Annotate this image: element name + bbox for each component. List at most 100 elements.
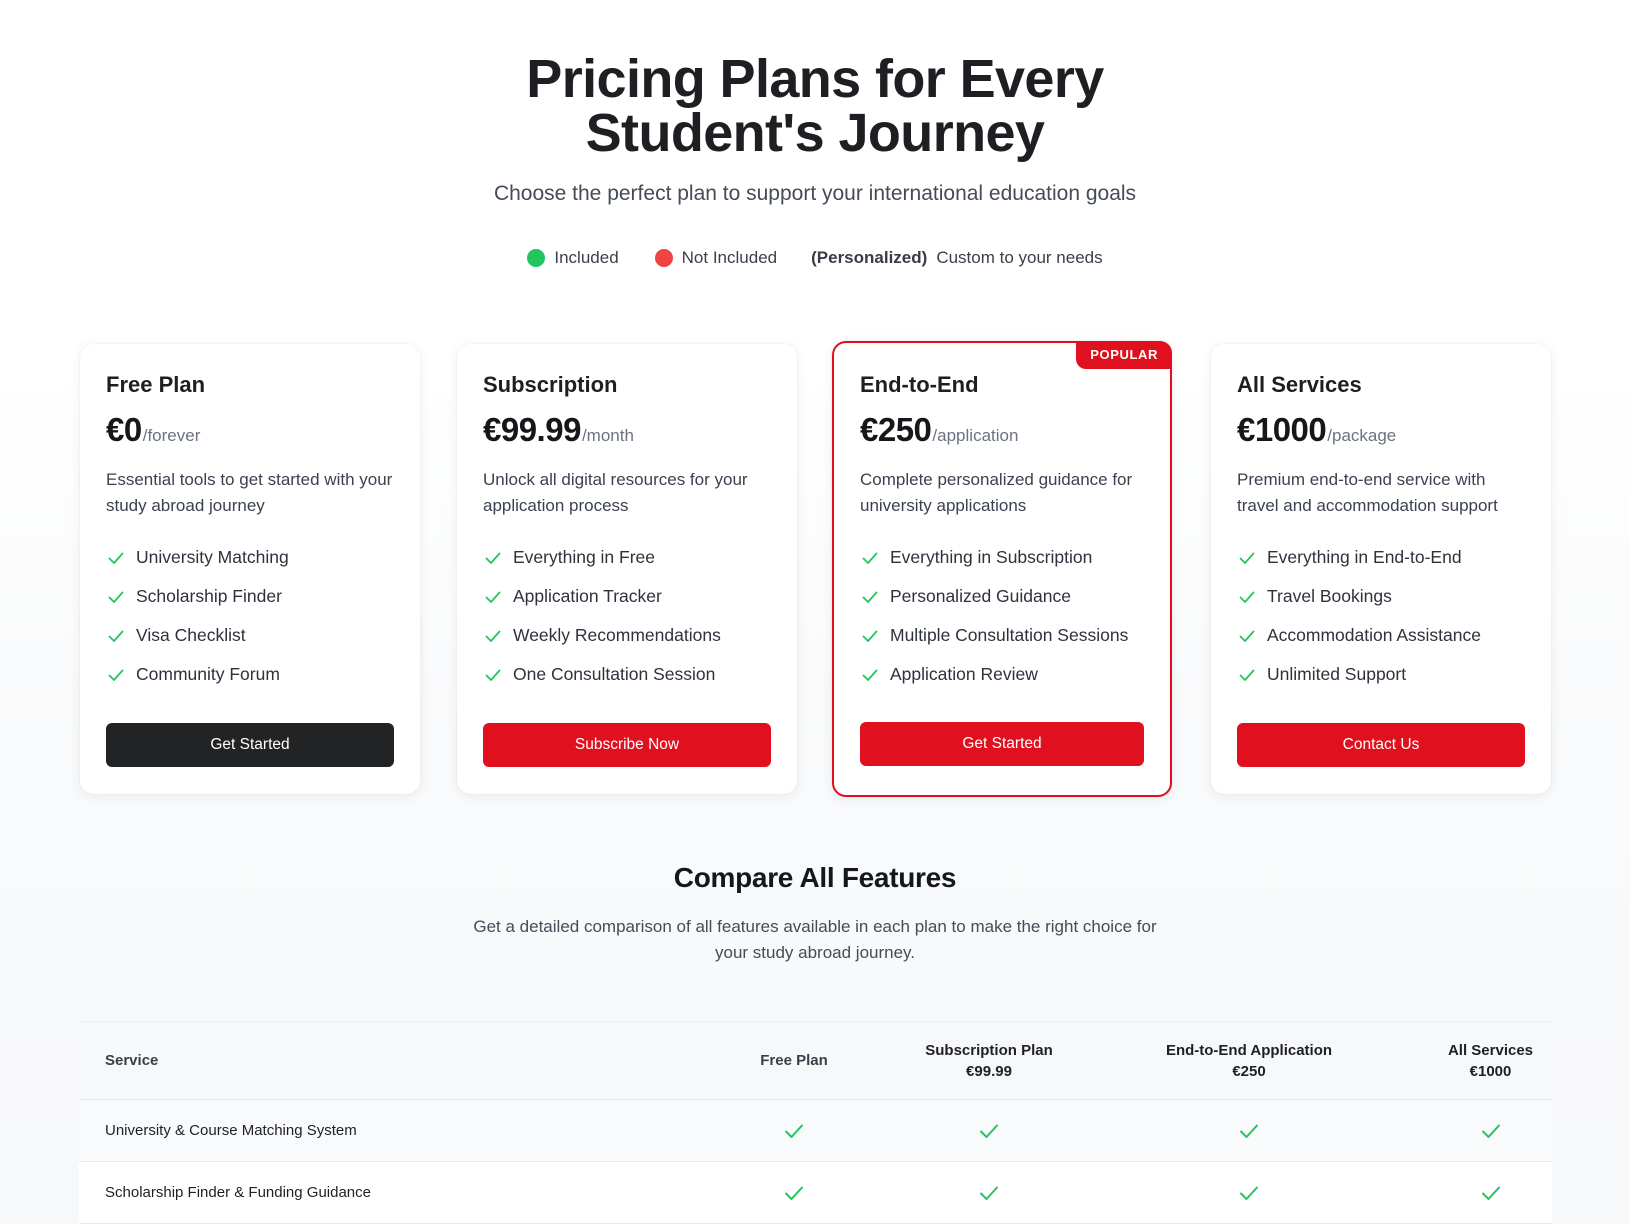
table-body: University & Course Matching System Scho… (79, 1100, 1552, 1224)
plan-card-free: Free Plan €0 /forever Essential tools to… (80, 344, 420, 794)
check-icon (485, 591, 501, 603)
header-all-services: All Services €1000 (1429, 1040, 1552, 1082)
plan-name: Subscription (483, 372, 618, 397)
compare-description: Get a detailed comparison of all feature… (473, 917, 1157, 962)
header-subscription: Subscription Plan €99.99 (909, 1040, 1069, 1082)
legend-not-included: Not Included (654, 248, 777, 268)
get-started-button[interactable]: Get Started (106, 723, 394, 767)
feature-list: Everything in End-to-End Travel Bookings… (1237, 538, 1525, 694)
header-service: Service (105, 1052, 159, 1069)
plan-description: Essential tools to get started with your… (106, 470, 393, 515)
feature-item: Application Tracker (483, 577, 771, 616)
header-end-to-end-price: €250 (1232, 1062, 1266, 1080)
green-dot-icon (527, 249, 546, 267)
pricing-page: Pricing Plans for Every Student's Journe… (0, 0, 1630, 1224)
plan-price: €1000 /package (1237, 411, 1525, 449)
legend: Included Not Included (Personalized) Cus… (0, 248, 1630, 268)
feature-item: Community Forum (106, 655, 394, 694)
page-subtitle: Choose the perfect plan to support your … (493, 182, 1137, 205)
feature-item: Multiple Consultation Sessions (860, 616, 1144, 655)
cell-included (909, 1119, 1069, 1143)
feature-label: Multiple Consultation Sessions (890, 625, 1129, 645)
header-all-services-price: €1000 (1469, 1062, 1512, 1080)
plan-price: €99.99 /month (483, 411, 771, 449)
price-period: /application (932, 426, 1019, 445)
feature-label: One Consultation Session (513, 664, 716, 684)
cell-included (1429, 1119, 1552, 1143)
plan-card-end-to-end: POPULAR End-to-End €250 /application Com… (832, 341, 1172, 797)
check-icon (1240, 1186, 1258, 1200)
legend-personalized-desc: Custom to your needs (936, 248, 1103, 267)
header-all-services-label: All Services (1447, 1041, 1534, 1059)
plan-description: Unlock all digital resources for your ap… (483, 470, 748, 515)
check-icon (485, 630, 501, 642)
plan-name: All Services (1237, 372, 1362, 397)
check-icon (108, 552, 124, 564)
cell-included (1069, 1181, 1429, 1205)
plan-name: Free Plan (106, 372, 206, 397)
feature-label: Community Forum (136, 664, 280, 684)
check-icon (862, 552, 878, 564)
feature-item: Personalized Guidance (860, 577, 1144, 616)
feature-list: University Matching Scholarship Finder V… (106, 538, 394, 694)
feature-label: Scholarship Finder (136, 586, 282, 606)
check-icon (1239, 669, 1255, 681)
check-icon (862, 669, 878, 681)
feature-item: University Matching (106, 538, 394, 577)
check-icon (1239, 552, 1255, 564)
cell-included (679, 1119, 909, 1143)
feature-label: Application Tracker (513, 586, 662, 606)
feature-item: Everything in Free (483, 538, 771, 577)
feature-item: Unlimited Support (1237, 655, 1525, 694)
feature-label: Weekly Recommendations (513, 625, 721, 645)
check-icon (1239, 591, 1255, 603)
subscribe-now-button[interactable]: Subscribe Now (483, 723, 771, 767)
check-icon (980, 1186, 998, 1200)
feature-label: Travel Bookings (1267, 586, 1392, 606)
check-icon (980, 1124, 998, 1138)
feature-item: Weekly Recommendations (483, 616, 771, 655)
table-header: Service Free Plan Subscription Plan €99.… (79, 1022, 1552, 1100)
header-subscription-label: Subscription Plan (925, 1041, 1053, 1059)
header-end-to-end-label: End-to-End Application (1165, 1041, 1333, 1059)
service-name: University & Course Matching System (105, 1122, 357, 1139)
feature-label: Visa Checklist (136, 625, 246, 645)
feature-list: Everything in Free Application Tracker W… (483, 538, 771, 694)
feature-item: Visa Checklist (106, 616, 394, 655)
feature-label: University Matching (136, 547, 289, 567)
feature-label: Personalized Guidance (890, 586, 1071, 606)
check-icon (785, 1186, 803, 1200)
get-started-button[interactable]: Get Started (860, 722, 1144, 766)
check-icon (1240, 1124, 1258, 1138)
header-free-plan: Free Plan (760, 1052, 828, 1069)
header-end-to-end: End-to-End Application €250 (1069, 1040, 1429, 1082)
popular-badge: POPULAR (1076, 341, 1172, 369)
cell-included (1429, 1181, 1552, 1205)
feature-label: Everything in Free (513, 547, 656, 567)
plan-card-all-services: All Services €1000 /package Premium end-… (1211, 344, 1551, 794)
feature-label: Unlimited Support (1267, 664, 1407, 684)
plan-price: €0 /forever (106, 411, 394, 449)
price-amount: €99.99 (483, 411, 581, 448)
feature-label: Everything in Subscription (890, 547, 1093, 567)
legend-personalized-label: (Personalized) (811, 248, 928, 267)
feature-item: Travel Bookings (1237, 577, 1525, 616)
feature-list: Everything in Subscription Personalized … (860, 538, 1144, 694)
table-row: University & Course Matching System (79, 1100, 1552, 1162)
price-period: /package (1327, 426, 1397, 445)
plan-description: Complete personalized guidance for unive… (860, 470, 1133, 515)
contact-us-button[interactable]: Contact Us (1237, 723, 1525, 767)
feature-label: Accommodation Assistance (1267, 625, 1481, 645)
price-period: /forever (142, 426, 201, 445)
legend-included: Included (527, 248, 619, 268)
service-name: Scholarship Finder & Funding Guidance (105, 1184, 371, 1201)
check-icon (108, 630, 124, 642)
check-icon (1481, 1124, 1500, 1138)
plan-price: €250 /application (860, 411, 1144, 449)
check-icon (785, 1124, 803, 1138)
price-amount: €250 (860, 411, 932, 448)
cell-included (909, 1181, 1069, 1205)
feature-item: Scholarship Finder (106, 577, 394, 616)
price-amount: €1000 (1237, 411, 1327, 448)
page-title: Pricing Plans for Every Student's Journe… (526, 49, 1104, 163)
